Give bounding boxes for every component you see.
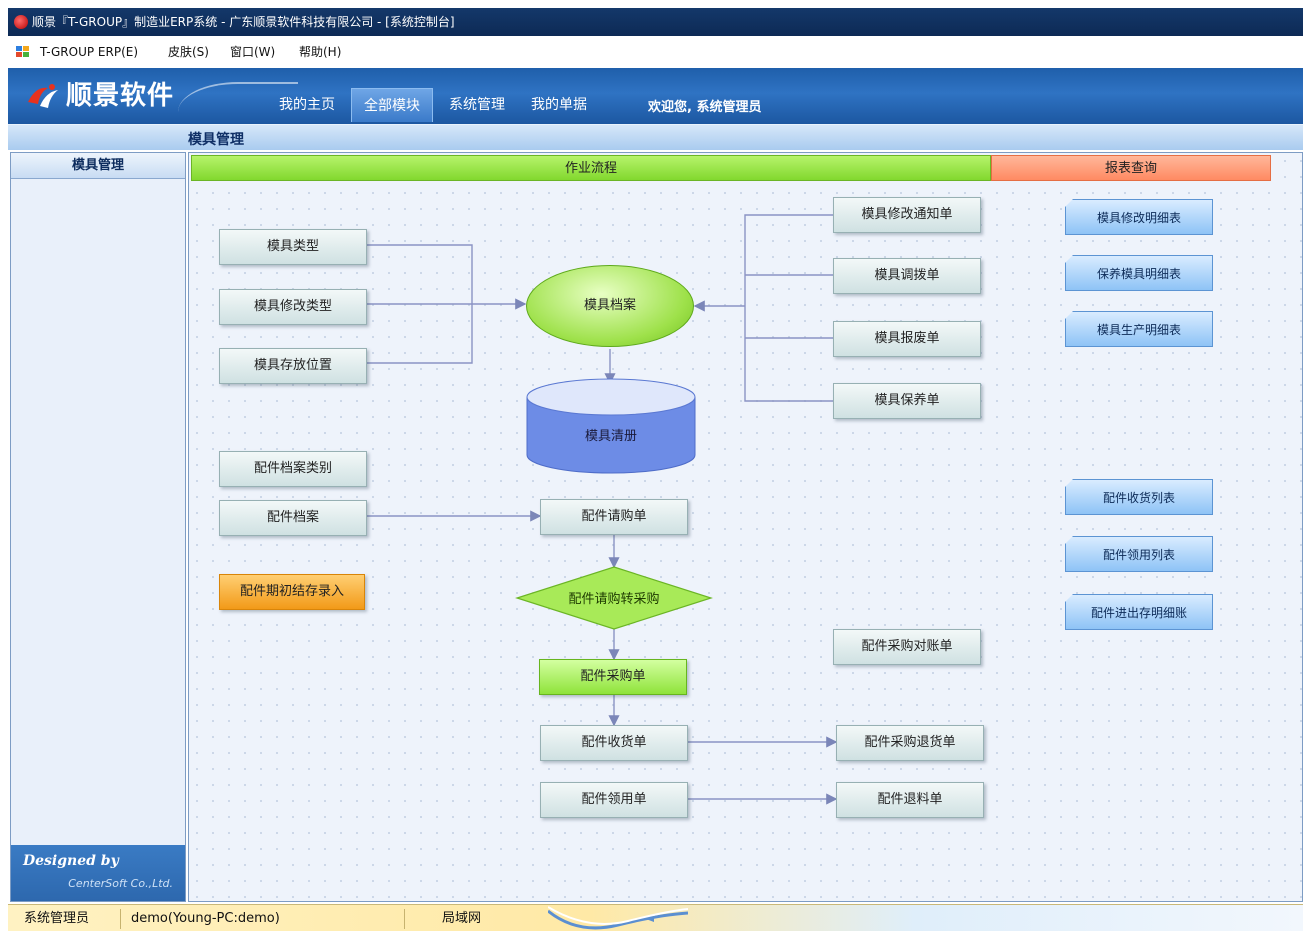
- report-maintenance-mold-detail[interactable]: 保养模具明细表: [1065, 255, 1213, 291]
- breadcrumb: 模具管理: [188, 132, 244, 148]
- menu-bar: T-GROUP ERP(E) 皮肤(S) 窗口(W) 帮助(H): [8, 36, 1303, 68]
- app-logo-icon: [14, 15, 28, 29]
- tab-system-management[interactable]: 系统管理: [438, 88, 516, 122]
- part-purchase-return-button[interactable]: 配件采购退货单: [836, 725, 984, 761]
- mold-registry-label: 模具清册: [584, 429, 637, 444]
- report-part-requisition-list[interactable]: 配件领用列表: [1065, 536, 1213, 572]
- company-logo-icon: [28, 84, 58, 108]
- company-logo: 顺景软件: [26, 78, 174, 114]
- part-purchase-reconcile-button[interactable]: 配件采购对账单: [833, 629, 981, 665]
- menu-item-window[interactable]: 窗口(W): [230, 36, 275, 68]
- mold-modify-notice-button[interactable]: 模具修改通知单: [833, 197, 981, 233]
- status-separator: [120, 909, 121, 929]
- report-part-receipt-list[interactable]: 配件收货列表: [1065, 479, 1213, 515]
- status-session: demo(Young-PC:demo): [131, 911, 280, 926]
- report-mold-modify-detail[interactable]: 模具修改明细表: [1065, 199, 1213, 235]
- welcome-text: 欢迎您, 系统管理员: [648, 100, 762, 115]
- sidebar: 模具管理 Designed by CenterSoft Co.,Ltd.: [10, 152, 186, 902]
- window-title: 顺景『T-GROUP』制造业ERP系统 - 广东顺景软件科技有限公司 - [系统…: [32, 15, 455, 29]
- status-separator: [404, 909, 405, 929]
- credit-line1: Designed by: [23, 853, 119, 869]
- report-part-inout-ledger[interactable]: 配件进出存明细账: [1065, 594, 1213, 630]
- menu-item-skin[interactable]: 皮肤(S): [168, 36, 209, 68]
- part-material-return-button[interactable]: 配件退料单: [836, 782, 984, 818]
- part-archive-category-button[interactable]: 配件档案类别: [219, 451, 367, 487]
- menu-item-erp[interactable]: T-GROUP ERP(E): [40, 36, 138, 68]
- network-icon: [548, 906, 688, 930]
- part-requisition-button[interactable]: 配件领用单: [540, 782, 688, 818]
- main-panel: 作业流程 报表查询 模具类型 模具修改类型 模具存放位置 配件档案类别 配件档案…: [188, 152, 1303, 902]
- part-purchase-request-button[interactable]: 配件请购单: [540, 499, 688, 535]
- mold-transfer-button[interactable]: 模具调拨单: [833, 258, 981, 294]
- status-user: 系统管理员: [24, 911, 90, 926]
- banner: 顺景软件 我的主页 全部模块 系统管理 我的单据 欢迎您, 系统管理员: [8, 68, 1303, 124]
- erp-menu-icon: [16, 46, 30, 58]
- sidebar-item-mold-management[interactable]: 模具管理: [11, 153, 185, 179]
- logo-text: 顺景软件: [66, 81, 175, 111]
- title-bar: 顺景『T-GROUP』制造业ERP系统 - 广东顺景软件科技有限公司 - [系统…: [8, 8, 1303, 36]
- tab-home[interactable]: 我的主页: [268, 88, 346, 122]
- mold-scrap-button[interactable]: 模具报废单: [833, 321, 981, 357]
- status-bar: 系统管理员 demo(Young-PC:demo) 局域网: [8, 904, 1303, 931]
- mold-storage-location-button[interactable]: 模具存放位置: [219, 348, 367, 384]
- erp-window: 顺景『T-GROUP』制造业ERP系统 - 广东顺景软件科技有限公司 - [系统…: [0, 0, 1311, 931]
- part-purchase-order-button[interactable]: 配件采购单: [539, 659, 687, 695]
- designer-credit: Designed by CenterSoft Co.,Ltd.: [11, 845, 185, 901]
- credit-line2: CenterSoft Co.,Ltd.: [68, 877, 173, 890]
- tab-my-documents[interactable]: 我的单据: [520, 88, 598, 122]
- purchase-request-convert-label: 配件请购转采购: [568, 592, 660, 607]
- part-opening-balance-button[interactable]: 配件期初结存录入: [219, 574, 365, 610]
- part-archive-button[interactable]: 配件档案: [219, 500, 367, 536]
- part-receipt-button[interactable]: 配件收货单: [540, 725, 688, 761]
- tab-all-modules[interactable]: 全部模块: [351, 88, 433, 122]
- menu-item-help[interactable]: 帮助(H): [299, 36, 341, 68]
- report-mold-production-detail[interactable]: 模具生产明细表: [1065, 311, 1213, 347]
- sub-header: 模具管理: [8, 124, 1303, 150]
- mold-maintenance-button[interactable]: 模具保养单: [833, 383, 981, 419]
- mold-type-button[interactable]: 模具类型: [219, 229, 367, 265]
- mold-modify-type-button[interactable]: 模具修改类型: [219, 289, 367, 325]
- status-network: 局域网: [442, 911, 482, 926]
- mold-archive-ellipse[interactable]: 模具档案: [526, 265, 694, 347]
